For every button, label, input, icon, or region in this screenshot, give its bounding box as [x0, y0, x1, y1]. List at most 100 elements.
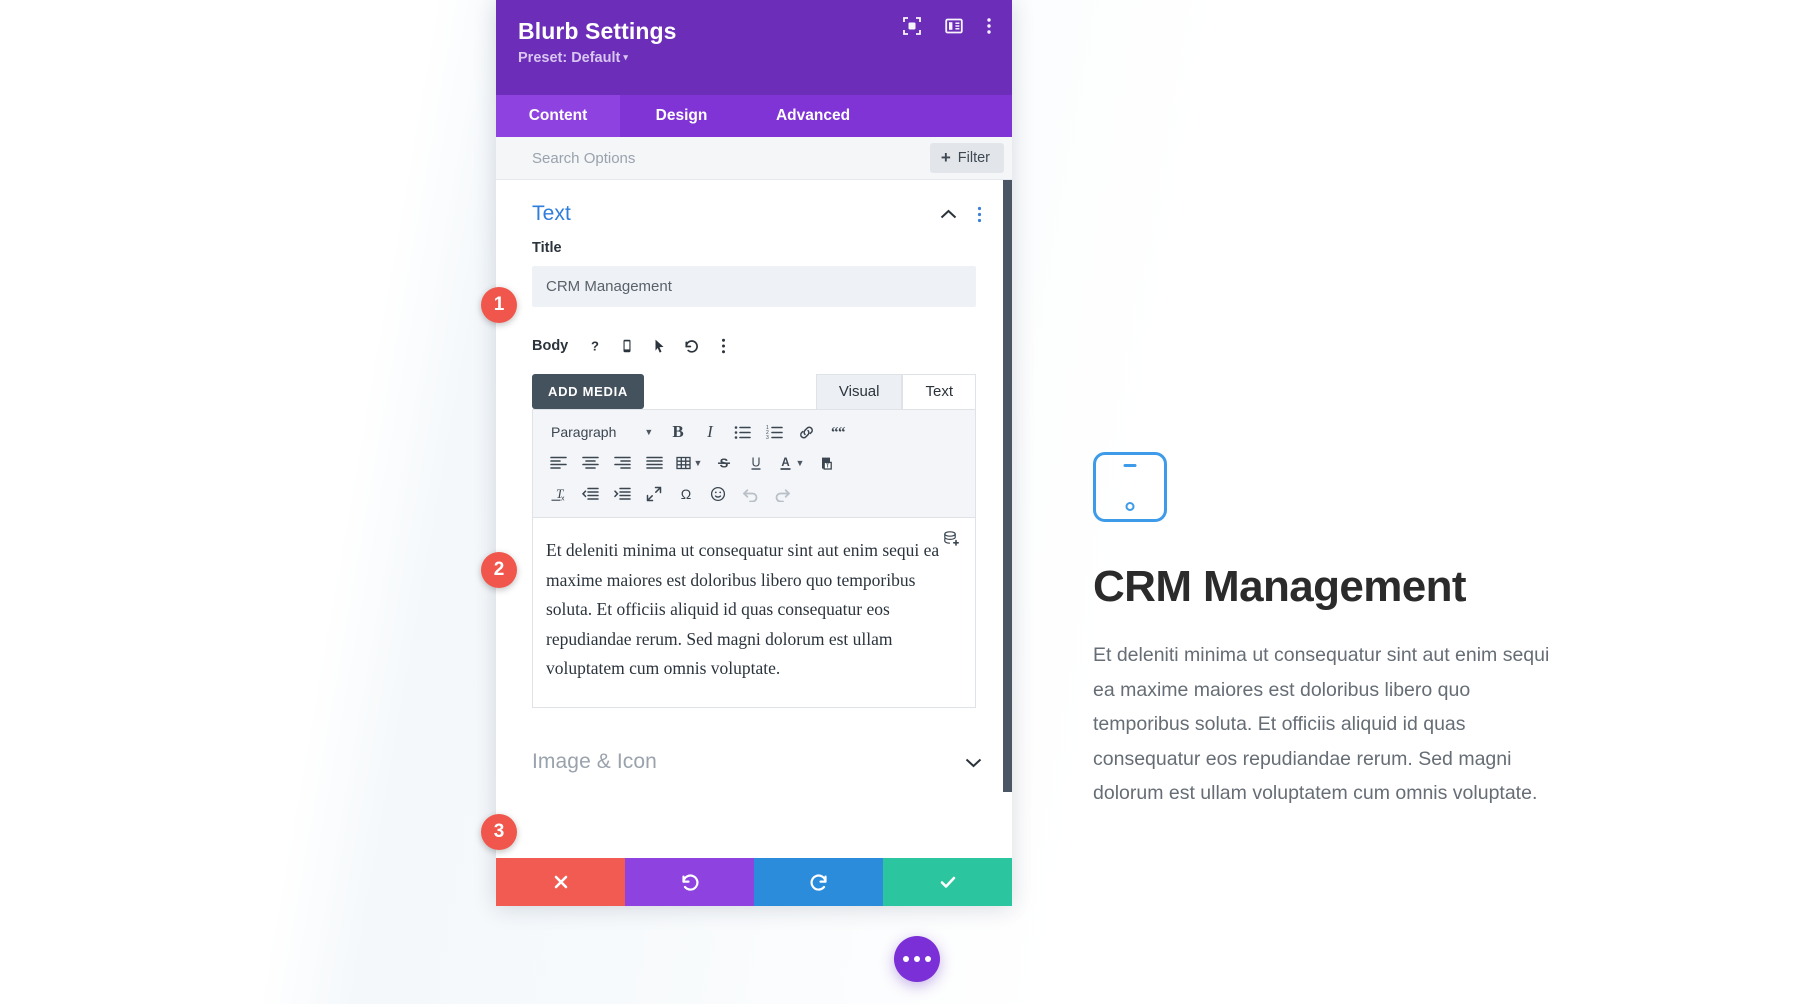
- redo-icon[interactable]: [767, 480, 797, 508]
- svg-text:x: x: [561, 496, 565, 503]
- editor-top-row: ADD MEDIA Visual Text: [532, 369, 976, 409]
- fullscreen-icon[interactable]: [639, 480, 669, 508]
- chevron-up-icon[interactable]: [940, 209, 957, 220]
- svg-text:Ω: Ω: [681, 486, 691, 502]
- blurb-preview: CRM Management Et deleniti minima ut con…: [1093, 452, 1603, 811]
- panel-scrollbar-thumb[interactable]: [1003, 180, 1012, 792]
- expand-icon[interactable]: [902, 16, 922, 36]
- special-character-icon[interactable]: Ω: [671, 480, 701, 508]
- section-image-icon-controls: [965, 757, 982, 768]
- kebab-menu-icon[interactable]: [986, 16, 992, 36]
- step-marker-1: 1: [481, 287, 517, 323]
- svg-text:U: U: [751, 456, 760, 470]
- strikethrough-icon[interactable]: S: [709, 449, 739, 477]
- chevron-down-icon[interactable]: [965, 757, 982, 768]
- search-input[interactable]: [532, 149, 930, 167]
- paste-as-text-icon[interactable]: T: [811, 449, 841, 477]
- clear-formatting-icon[interactable]: T x: [543, 480, 573, 508]
- three-dots-icon: [925, 956, 931, 962]
- preview-body: Et deleniti minima ut consequatur sint a…: [1093, 644, 1550, 804]
- preset-selector[interactable]: Preset: Default ▾: [518, 50, 990, 66]
- cursor-icon[interactable]: [646, 333, 672, 359]
- bold-icon[interactable]: B: [663, 418, 693, 446]
- section-title-image-icon: Image & Icon: [532, 750, 657, 773]
- screen-root: Blurb Settings Preset: Default ▾ Content…: [0, 0, 1800, 1004]
- kebab-menu-icon[interactable]: [977, 206, 982, 223]
- underline-icon[interactable]: U: [741, 449, 771, 477]
- panel-header: Blurb Settings Preset: Default ▾: [496, 0, 1012, 95]
- wp-editor: ADD MEDIA Visual Text Paragraph ▼ B I 1 …: [496, 369, 1012, 708]
- panel-scroll-body: Text Title CRM Management Body ? ADD MED…: [496, 180, 1012, 858]
- help-icon[interactable]: ?: [582, 333, 608, 359]
- bulleted-list-icon[interactable]: [727, 418, 757, 446]
- tablet-speaker: [1123, 464, 1137, 467]
- undo-button[interactable]: [625, 858, 754, 906]
- reset-icon[interactable]: [678, 333, 704, 359]
- section-text-controls: [940, 206, 982, 223]
- emoji-icon[interactable]: [703, 480, 733, 508]
- add-media-button[interactable]: ADD MEDIA: [532, 374, 644, 409]
- cancel-button[interactable]: [496, 858, 625, 906]
- align-left-icon[interactable]: [543, 449, 573, 477]
- plus-icon: +: [940, 148, 951, 167]
- tab-visual[interactable]: Visual: [815, 374, 903, 409]
- preset-caret-icon: ▾: [623, 52, 628, 62]
- align-justify-icon[interactable]: [639, 449, 669, 477]
- toolbar-row-1: Paragraph ▼ B I 1 2 3 “ “: [543, 418, 965, 446]
- panel-tabs: Content Design Advanced: [496, 95, 1012, 137]
- editor-content-area[interactable]: Et deleniti minima ut consequatur sint a…: [532, 518, 976, 708]
- editor-body-text: Et deleniti minima ut consequatur sint a…: [546, 540, 940, 678]
- align-center-icon[interactable]: [575, 449, 605, 477]
- tab-advanced[interactable]: Advanced: [743, 95, 883, 137]
- three-dots-icon: [903, 956, 909, 962]
- kebab-menu-icon[interactable]: [710, 333, 736, 359]
- editor-mode-tabs: Visual Text: [815, 374, 976, 409]
- redo-button[interactable]: [754, 858, 883, 906]
- layout-columns-icon[interactable]: [944, 16, 964, 36]
- numbered-list-icon[interactable]: 1 2 3: [759, 418, 789, 446]
- outdent-icon[interactable]: [575, 480, 605, 508]
- tablet-device-icon: [1093, 452, 1167, 522]
- body-label-row: Body ?: [496, 307, 1012, 369]
- panel-action-bar: [496, 858, 1012, 906]
- indent-icon[interactable]: [607, 480, 637, 508]
- save-button[interactable]: [883, 858, 1012, 906]
- preview-title: CRM Management: [1093, 562, 1467, 611]
- search-bar: + Filter: [496, 137, 1012, 180]
- chevron-down-icon: ▼: [795, 458, 805, 468]
- mobile-icon[interactable]: [614, 333, 640, 359]
- align-right-icon[interactable]: [607, 449, 637, 477]
- tab-design[interactable]: Design: [620, 95, 743, 137]
- title-input[interactable]: [532, 266, 976, 307]
- toolbar-row-3: T x Ω: [543, 480, 965, 508]
- tab-content[interactable]: Content: [496, 95, 620, 137]
- step-marker-3: 3: [481, 814, 517, 850]
- svg-text:3: 3: [766, 435, 769, 440]
- title-field-group: Title: [496, 240, 1012, 307]
- link-icon[interactable]: [791, 418, 821, 446]
- body-label: Body: [532, 338, 569, 354]
- three-dots-icon: [914, 956, 920, 962]
- filter-button[interactable]: + Filter: [929, 143, 1004, 173]
- format-select[interactable]: Paragraph ▼: [543, 418, 661, 446]
- section-image-icon-header[interactable]: Image & Icon: [496, 708, 1012, 788]
- table-icon[interactable]: ▼: [671, 449, 707, 477]
- italic-icon[interactable]: I: [695, 418, 725, 446]
- tab-text[interactable]: Text: [902, 374, 976, 409]
- section-title-text: Text: [532, 202, 571, 225]
- panel-scrollbar-track[interactable]: [1003, 180, 1012, 858]
- more-options-fab[interactable]: [894, 936, 940, 982]
- blockquote-icon[interactable]: “ “: [823, 418, 853, 446]
- toolbar-row-2: ▼ S U A ▼ T: [543, 449, 965, 477]
- blurb-settings-panel: Blurb Settings Preset: Default ▾ Content…: [496, 0, 1012, 906]
- step-marker-2: 2: [481, 552, 517, 588]
- section-text-header[interactable]: Text: [496, 180, 1012, 240]
- filter-label: Filter: [957, 150, 990, 166]
- undo-icon[interactable]: [735, 480, 765, 508]
- svg-text:“: “: [838, 425, 846, 440]
- svg-text:?: ?: [591, 339, 599, 354]
- chevron-down-icon: ▼: [693, 458, 703, 468]
- preset-label: Preset: Default: [518, 50, 621, 66]
- add-dynamic-content-icon[interactable]: [943, 530, 961, 548]
- text-color-icon[interactable]: A ▼: [773, 449, 809, 477]
